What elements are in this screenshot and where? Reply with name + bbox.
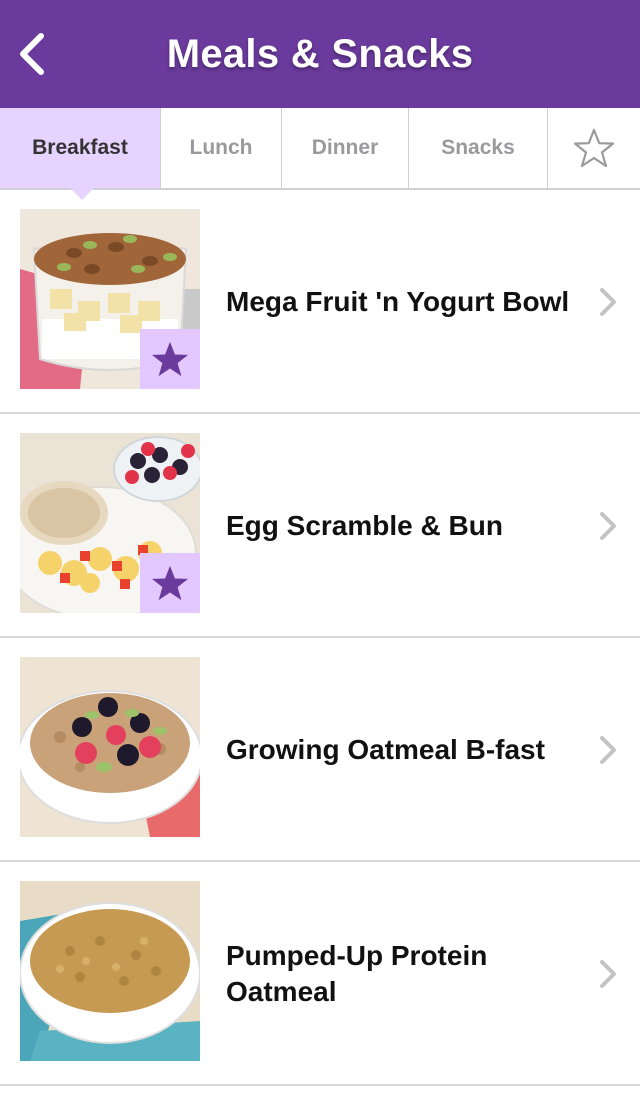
tab-dinner[interactable]: Dinner <box>282 108 409 188</box>
meal-row-mega-fruit-yogurt-bowl[interactable]: Mega Fruit 'n Yogurt Bowl <box>0 190 640 414</box>
meal-row-growing-oatmeal[interactable]: Growing Oatmeal B-fast <box>0 638 640 862</box>
star-outline-icon <box>573 128 615 168</box>
favorite-badge <box>140 553 200 613</box>
meal-title: Growing Oatmeal B-fast <box>226 734 545 765</box>
meal-photo-oatmeal-berries <box>20 657 200 837</box>
tab-breakfast[interactable]: Breakfast <box>0 108 161 188</box>
active-tab-pointer <box>70 188 94 200</box>
tab-favorites[interactable] <box>548 108 640 188</box>
chevron-right-icon <box>600 288 616 316</box>
tab-lunch[interactable]: Lunch <box>161 108 282 188</box>
meal-title: Egg Scramble & Bun <box>226 510 503 541</box>
meal-row-pumped-up-protein-oatmeal[interactable]: Pumped-Up Protein Oatmeal <box>0 862 640 1086</box>
meal-list: Mega Fruit 'n Yogurt Bowl Egg Scramble &… <box>0 190 640 1086</box>
back-button[interactable] <box>8 24 56 84</box>
meal-title: Pumped-Up Protein Oatmeal <box>226 940 488 1007</box>
chevron-right-icon <box>600 960 616 988</box>
meal-row-egg-scramble-bun[interactable]: Egg Scramble & Bun <box>0 414 640 638</box>
chevron-left-icon <box>20 33 44 75</box>
star-filled-icon <box>151 341 189 377</box>
meal-category-tabs: Breakfast Lunch Dinner Snacks <box>0 108 640 200</box>
favorite-badge <box>140 329 200 389</box>
star-filled-icon <box>151 565 189 601</box>
meal-title: Mega Fruit 'n Yogurt Bowl <box>226 286 570 317</box>
page-title: Meals & Snacks <box>166 31 474 76</box>
meal-photo-egg-scramble <box>20 433 200 613</box>
meal-photo-yogurt-bowl <box>20 209 200 389</box>
chevron-right-icon <box>600 512 616 540</box>
meal-photo-protein-oatmeal <box>20 881 200 1061</box>
navigation-bar: Meals & Snacks <box>0 0 640 108</box>
chevron-right-icon <box>600 736 616 764</box>
tab-snacks[interactable]: Snacks <box>409 108 548 188</box>
